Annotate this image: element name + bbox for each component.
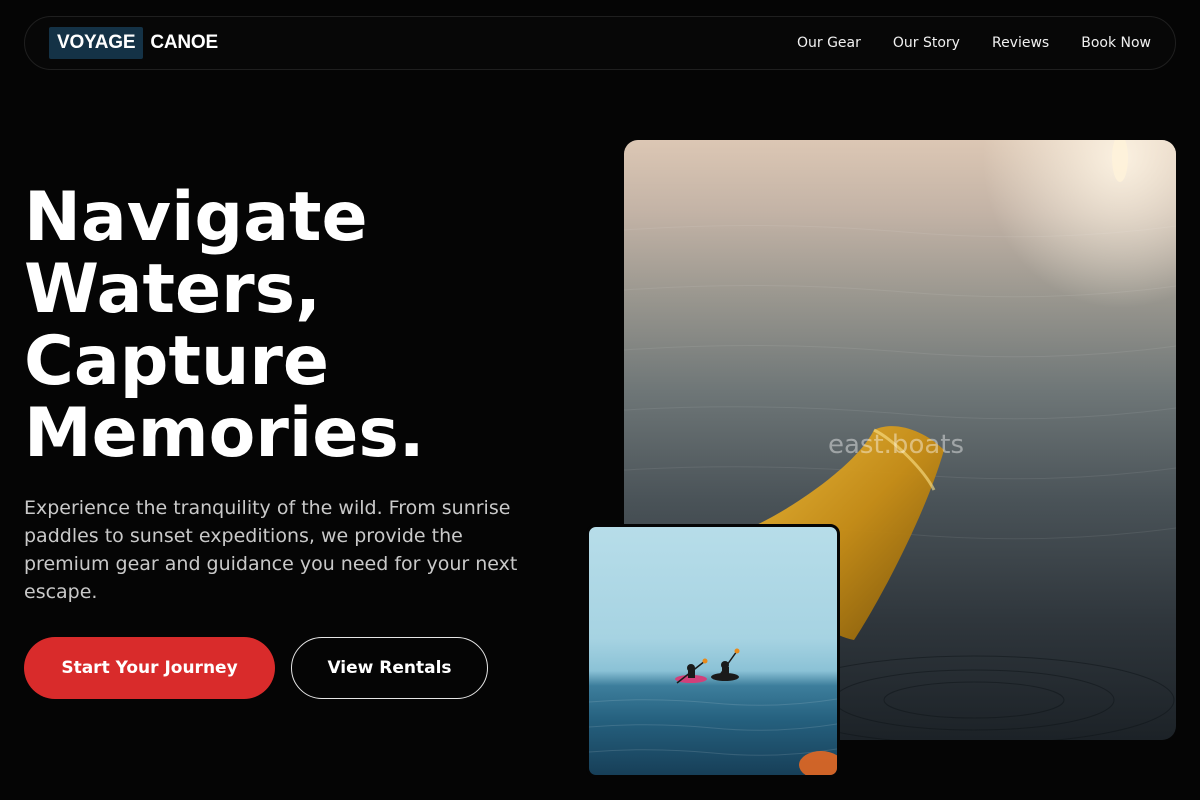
- image-watermark: east.boats: [828, 430, 965, 460]
- kayakers-photo: [586, 524, 840, 778]
- hero-title: Navigate Waters, Capture Memories.: [24, 182, 584, 470]
- brand-logo[interactable]: VOYAGE CANOE: [49, 27, 218, 59]
- hero-title-line: Waters,: [24, 250, 321, 329]
- logo-box: VOYAGE: [49, 27, 144, 59]
- top-navbar: VOYAGE CANOE Our Gear Our Story Reviews …: [24, 16, 1176, 70]
- hero-title-line: Navigate: [24, 178, 368, 257]
- view-rentals-button[interactable]: View Rentals: [291, 637, 488, 699]
- nav-links: Our Gear Our Story Reviews Book Now: [797, 17, 1151, 69]
- nav-link-our-story[interactable]: Our Story: [893, 35, 960, 51]
- kayakers-illustration: [589, 648, 837, 775]
- logo-text: CANOE: [150, 32, 218, 53]
- hero-title-line: Capture: [24, 322, 330, 401]
- nav-link-book-now[interactable]: Book Now: [1081, 35, 1151, 51]
- hero-description: Experience the tranquility of the wild. …: [24, 497, 518, 603]
- hero-title-line: Memories.: [24, 394, 425, 473]
- nav-link-our-gear[interactable]: Our Gear: [797, 35, 861, 51]
- start-journey-button[interactable]: Start Your Journey: [24, 637, 275, 699]
- nav-link-reviews[interactable]: Reviews: [992, 35, 1049, 51]
